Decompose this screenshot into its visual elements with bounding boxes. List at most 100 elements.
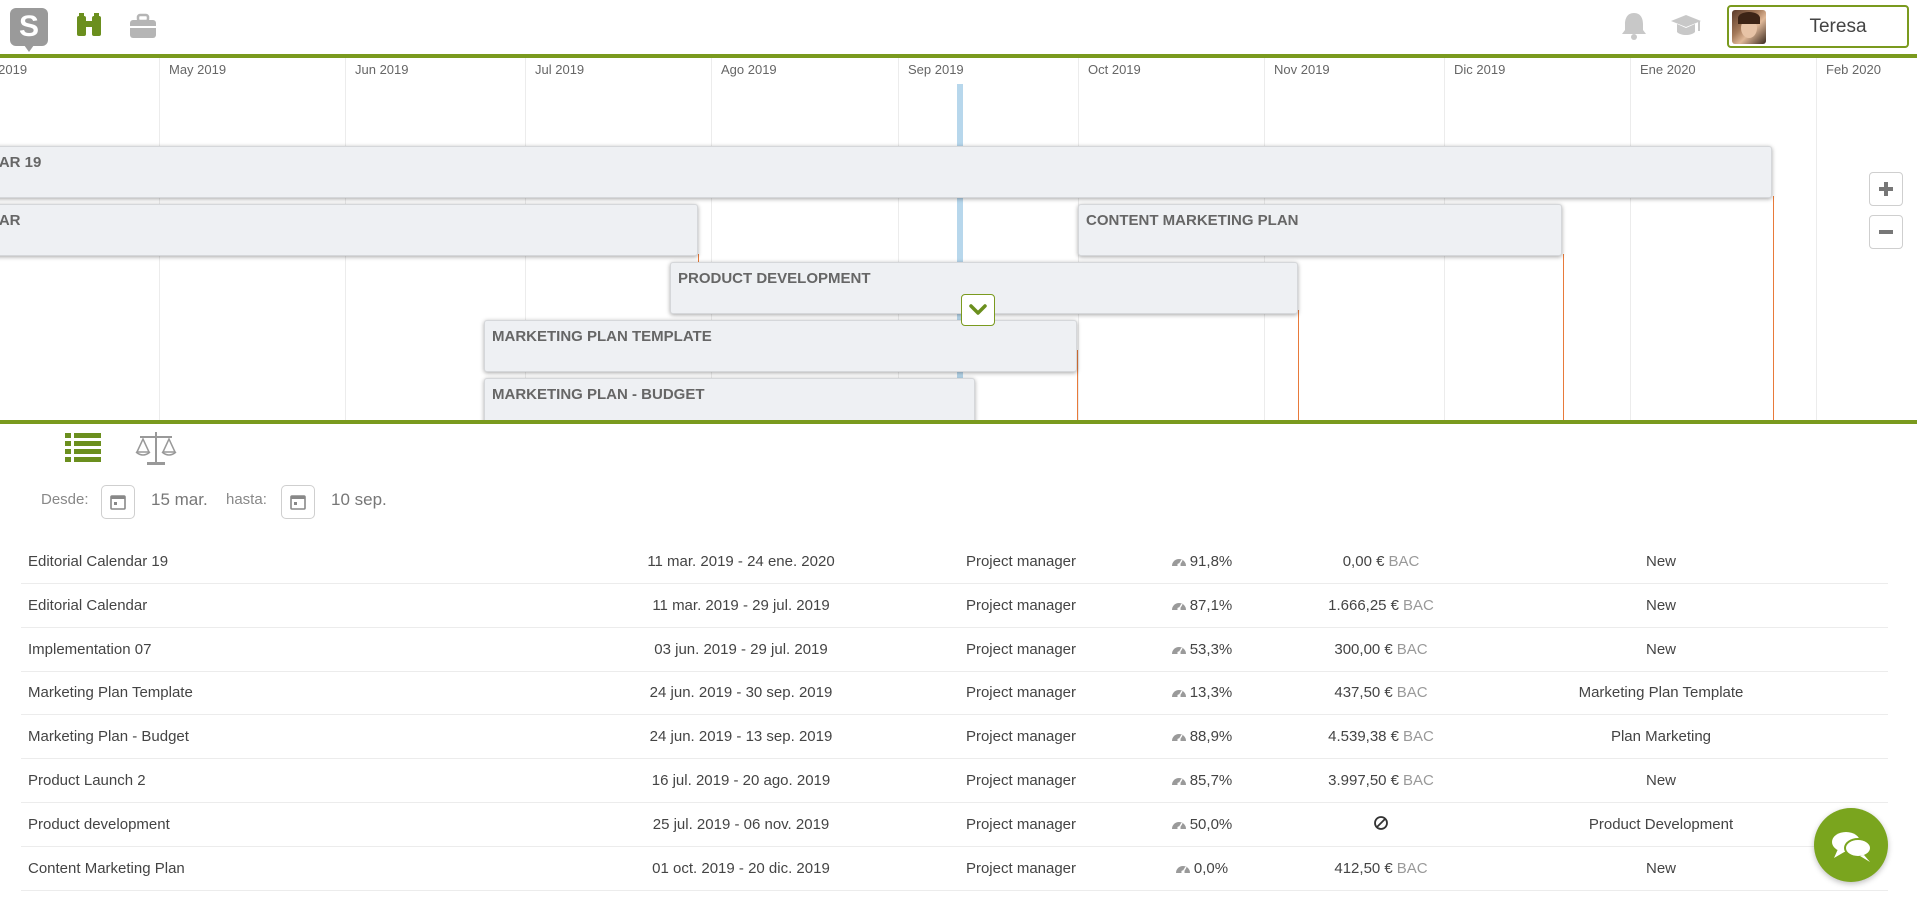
graduation-cap-icon[interactable] — [1669, 10, 1703, 42]
bac-label: BAC — [1396, 640, 1428, 658]
project-name[interactable]: Product development — [28, 803, 170, 846]
from-date-button[interactable] — [101, 485, 135, 519]
project-budget: 0,00 € BAC — [1281, 540, 1481, 583]
project-progress: 88,9% — [1141, 715, 1261, 758]
table-row[interactable]: Product development 25 jul. 2019 - 06 nov… — [21, 803, 1888, 847]
project-budget: 4.539,38 € BAC — [1281, 715, 1481, 758]
month-label: Ago 2019 — [721, 62, 777, 77]
user-menu-button[interactable]: Teresa — [1727, 5, 1909, 48]
gantt-bar[interactable]: DAR 19 — [0, 146, 1772, 198]
collapse-gantt-button[interactable] — [961, 294, 995, 326]
project-role: Project manager — [965, 859, 1077, 877]
plus-icon — [1879, 182, 1893, 196]
chat-bubbles-icon — [1832, 832, 1872, 862]
month-label: Jun 2019 — [355, 62, 409, 77]
table-row[interactable]: Product Launch 2 16 jul. 2019 - 20 ago. 2… — [21, 759, 1888, 803]
project-progress: 53,3% — [1141, 628, 1261, 671]
notifications-bell-icon[interactable] — [1617, 10, 1651, 42]
budget-amount: 437,50 € — [1334, 684, 1393, 702]
month-label: Dic 2019 — [1454, 62, 1506, 77]
project-progress: 13,3% — [1141, 671, 1261, 714]
progress-value: 0,0% — [1193, 859, 1229, 877]
bac-label: BAC — [1403, 728, 1434, 746]
project-name[interactable]: Content Marketing Plan — [28, 847, 185, 890]
gantt-bar-label: DAR 19 — [0, 154, 42, 171]
gantt-chart: br 2019 May 2019 Jun 2019 Jul 2019 Ago 2… — [0, 58, 1917, 420]
project-budget: 300,00 € BAC — [1281, 628, 1481, 671]
budget-amount: 1.666,25 € — [1328, 596, 1400, 614]
dependency-line — [1773, 196, 1774, 420]
project-status: New — [1645, 772, 1676, 789]
from-date-value[interactable]: 15 mar. — [151, 490, 208, 510]
month-label: br 2019 — [0, 62, 28, 77]
bac-label: BAC — [1403, 772, 1434, 789]
to-label: hasta: — [226, 491, 267, 508]
calendar-icon — [110, 495, 126, 510]
calendar-icon — [290, 495, 306, 510]
table-row[interactable]: Implementation 07 03 jun. 2019 - 29 jul. … — [21, 628, 1888, 672]
gauge-icon — [1171, 602, 1186, 611]
binoculars-icon[interactable] — [74, 12, 104, 40]
table-row[interactable]: Marketing Plan Template 24 jun. 2019 - 30… — [21, 671, 1888, 716]
gantt-bar[interactable]: CONTENT MARKETING PLAN — [1078, 204, 1562, 256]
to-date-button[interactable] — [281, 485, 315, 519]
gantt-bar[interactable]: DAR — [0, 204, 698, 256]
project-role: Project manager — [965, 684, 1077, 702]
project-role: Project manager — [965, 553, 1077, 570]
bac-label: BAC — [1396, 859, 1428, 877]
project-status: New — [1645, 596, 1676, 614]
briefcase-icon[interactable] — [128, 12, 158, 40]
progress-value: 91,8% — [1189, 553, 1233, 570]
month-label: May 2019 — [169, 62, 227, 77]
project-name[interactable]: Marketing Plan - Budget — [28, 715, 189, 758]
month-label: Nov 2019 — [1274, 62, 1330, 77]
chat-button[interactable] — [1814, 808, 1888, 882]
gantt-bar[interactable]: MARKETING PLAN - BUDGET — [484, 378, 975, 420]
balance-scale-icon[interactable] — [135, 430, 177, 466]
app-logo-icon[interactable]: S — [10, 8, 48, 52]
gantt-bar-label: PRODUCT DEVELOPMENT — [678, 270, 871, 287]
gauge-icon — [1171, 734, 1186, 742]
project-progress: 87,1% — [1141, 584, 1261, 627]
project-budget — [1281, 803, 1481, 846]
top-bar: S Teresa — [0, 0, 1917, 54]
zoom-in-button[interactable] — [1869, 172, 1903, 206]
month-label: Ene 2020 — [1640, 62, 1696, 77]
month-label: Feb 2020 — [1826, 62, 1881, 77]
project-name[interactable]: Marketing Plan Template — [28, 671, 193, 714]
gantt-bar[interactable]: MARKETING PLAN TEMPLATE — [484, 320, 1077, 372]
project-status: Plan Marketing — [1610, 728, 1712, 746]
project-progress: 85,7% — [1141, 759, 1261, 802]
month-label: Jul 2019 — [535, 62, 585, 77]
table-row[interactable]: Marketing Plan - Budget 24 jun. 2019 - 13… — [21, 715, 1888, 760]
zoom-out-button[interactable] — [1869, 215, 1903, 249]
list-view-icon[interactable] — [62, 430, 104, 466]
avatar — [1732, 10, 1766, 44]
progress-value: 53,3% — [1189, 640, 1233, 658]
gantt-bar-label: MARKETING PLAN - BUDGET — [492, 386, 705, 403]
budget-amount: 3.997,50 € — [1328, 772, 1400, 789]
no-budget-icon — [1374, 815, 1388, 830]
gauge-icon — [1171, 646, 1186, 655]
budget-amount: 0,00 € — [1342, 553, 1385, 570]
project-budget: 1.666,25 € BAC — [1281, 584, 1481, 627]
project-role: Project manager — [965, 640, 1077, 658]
progress-value: 13,3% — [1189, 684, 1233, 702]
project-status: New — [1645, 640, 1676, 658]
project-name[interactable]: Editorial Calendar — [28, 584, 147, 627]
project-name[interactable]: Editorial Calendar 19 — [28, 540, 168, 583]
project-name[interactable]: Product Launch 2 — [28, 759, 146, 802]
table-row[interactable]: Content Marketing Plan 01 oct. 2019 - 20 … — [21, 847, 1888, 891]
gauge-icon — [1171, 690, 1186, 698]
to-date-value[interactable]: 10 sep. — [331, 490, 387, 510]
bac-label: BAC — [1388, 553, 1420, 570]
project-status: New — [1645, 859, 1676, 877]
project-role: Project manager — [965, 815, 1077, 833]
gantt-bar-label: DAR — [0, 212, 21, 229]
dependency-line — [1298, 310, 1299, 420]
table-row[interactable]: Editorial Calendar 19 11 mar. 2019 - 24 e… — [21, 540, 1888, 584]
minus-icon — [1879, 230, 1893, 234]
table-row[interactable]: Editorial Calendar 11 mar. 2019 - 29 jul.… — [21, 584, 1888, 628]
project-name[interactable]: Implementation 07 — [28, 628, 151, 671]
month-label: Oct 2019 — [1088, 62, 1141, 77]
